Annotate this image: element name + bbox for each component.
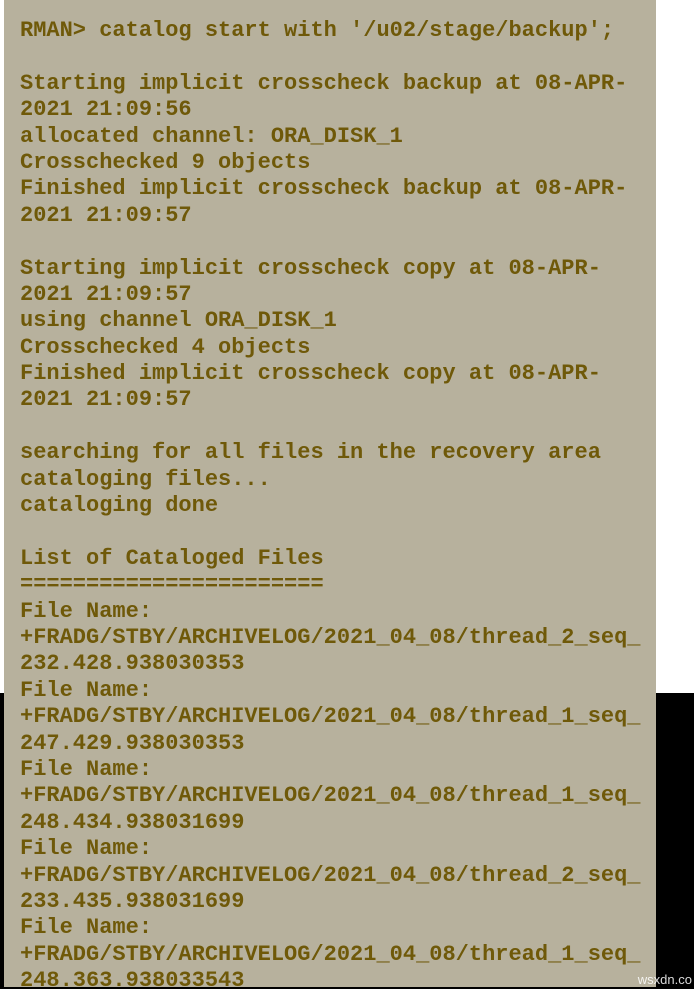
- crosschecked-count-9: Crosschecked 9 objects: [20, 150, 310, 175]
- file-name-label: File Name:: [20, 915, 165, 940]
- rman-terminal-output: RMAN> catalog start with '/u02/stage/bac…: [4, 0, 656, 987]
- watermark-text: wsxdn.co: [638, 972, 692, 987]
- crosschecked-count-4: Crosschecked 4 objects: [20, 335, 310, 360]
- screenshot-frame: RMAN> catalog start with '/u02/stage/bac…: [0, 0, 694, 989]
- file-name-label: File Name:: [20, 599, 165, 624]
- file-name-label: File Name:: [20, 836, 165, 861]
- crosscheck-backup-start: Starting implicit crosscheck backup at 0…: [20, 71, 627, 122]
- crosscheck-copy-start: Starting implicit crosscheck copy at 08-…: [20, 256, 601, 307]
- file-name-label: File Name:: [20, 757, 165, 782]
- file-path-5: +FRADG/STBY/ARCHIVELOG/2021_04_08/thread…: [20, 942, 641, 993]
- file-path-4: +FRADG/STBY/ARCHIVELOG/2021_04_08/thread…: [20, 863, 641, 914]
- cataloging-done: cataloging done: [20, 493, 218, 518]
- searching-files: searching for all files in the recovery …: [20, 440, 601, 465]
- file-path-3: +FRADG/STBY/ARCHIVELOG/2021_04_08/thread…: [20, 783, 641, 834]
- allocated-channel: allocated channel: ORA_DISK_1: [20, 124, 403, 149]
- cataloging-files: cataloging files...: [20, 467, 271, 492]
- cataloged-list-header: List of Cataloged Files: [20, 546, 324, 571]
- crosscheck-copy-finish: Finished implicit crosscheck copy at 08-…: [20, 361, 601, 412]
- crosscheck-backup-finish: Finished implicit crosscheck backup at 0…: [20, 176, 627, 227]
- using-channel: using channel ORA_DISK_1: [20, 308, 337, 333]
- file-path-2: +FRADG/STBY/ARCHIVELOG/2021_04_08/thread…: [20, 704, 641, 755]
- file-name-label: File Name:: [20, 678, 165, 703]
- file-path-1: +FRADG/STBY/ARCHIVELOG/2021_04_08/thread…: [20, 625, 641, 676]
- separator-line: =======================: [20, 572, 324, 597]
- rman-prompt-line: RMAN> catalog start with '/u02/stage/bac…: [20, 18, 614, 43]
